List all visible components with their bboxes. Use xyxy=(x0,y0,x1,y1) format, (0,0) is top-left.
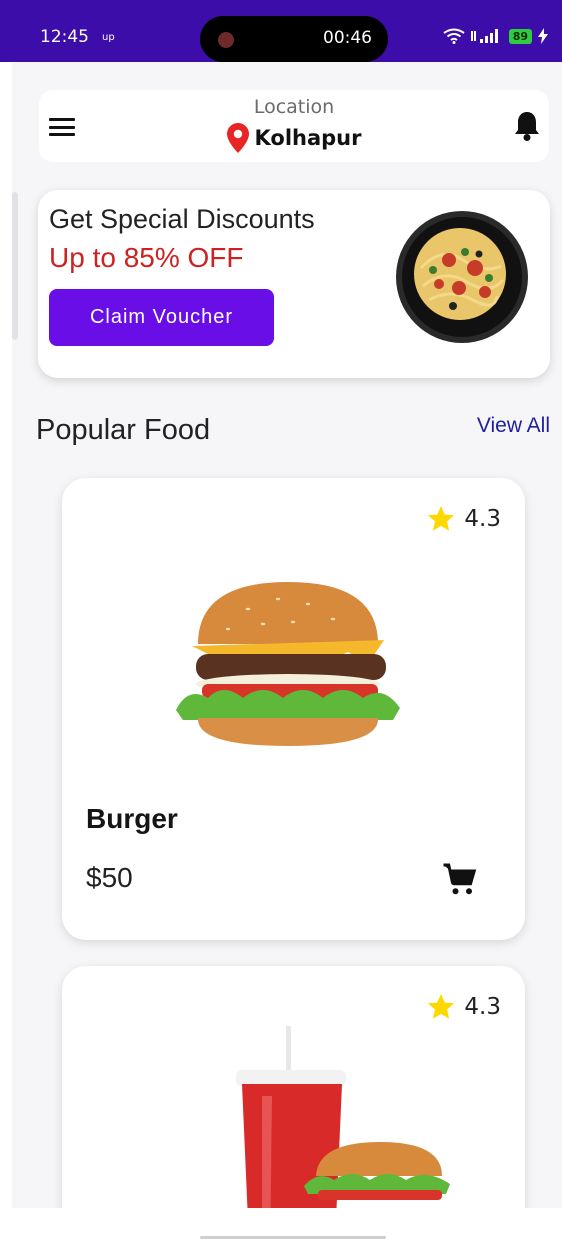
promo-banner: Get Special Discounts Up to 85% OFF Clai… xyxy=(38,190,550,378)
status-icons: 89 xyxy=(443,28,548,44)
food-card[interactable]: 4.3 Burger $50 xyxy=(62,478,525,940)
section-title: Popular Food xyxy=(36,414,211,446)
pasta-image xyxy=(396,211,528,343)
data-indicator: up xyxy=(102,32,115,43)
food-rating: 4.3 xyxy=(426,992,501,1022)
call-island[interactable]: 00:46 xyxy=(200,16,388,62)
location-label: Location xyxy=(253,96,335,118)
location-pin-icon xyxy=(226,123,249,153)
combo-meal-image xyxy=(236,1026,450,1208)
rating-value: 4.3 xyxy=(464,994,501,1020)
star-icon xyxy=(428,993,455,1019)
food-card[interactable]: 4.3 xyxy=(62,966,525,1208)
bell-icon[interactable] xyxy=(513,110,541,142)
status-time: 12:45 xyxy=(40,27,89,47)
rating-value: 4.3 xyxy=(464,506,501,532)
status-bar: 12:45 up 00:46 89 xyxy=(0,0,562,62)
burger-image xyxy=(176,582,400,746)
cart-icon[interactable] xyxy=(442,862,478,898)
signal-icon xyxy=(470,29,498,43)
call-timer: 00:46 xyxy=(323,28,372,48)
food-price: $50 xyxy=(86,862,133,893)
wifi-icon xyxy=(443,28,465,44)
promo-title: Get Special Discounts xyxy=(49,204,315,234)
top-bar: Location Kolhapur xyxy=(39,90,549,162)
location-city: Kolhapur xyxy=(254,126,362,150)
promo-discount: Up to 85% OFF xyxy=(49,242,244,273)
battery-level: 89 xyxy=(508,28,532,44)
food-rating: 4.3 xyxy=(426,504,501,534)
charging-icon xyxy=(538,28,548,44)
app-content: Location Kolhapur Get Special Discounts … xyxy=(12,62,562,1208)
food-name: Burger xyxy=(86,803,178,834)
scroll-indicator xyxy=(12,192,18,340)
star-icon xyxy=(428,505,455,531)
view-all-link[interactable]: View All xyxy=(477,414,550,438)
claim-voucher-button[interactable]: Claim Voucher xyxy=(49,289,274,346)
recording-dot-icon xyxy=(218,32,234,48)
location-selector[interactable]: Kolhapur xyxy=(39,123,549,153)
gesture-area xyxy=(0,1208,562,1239)
